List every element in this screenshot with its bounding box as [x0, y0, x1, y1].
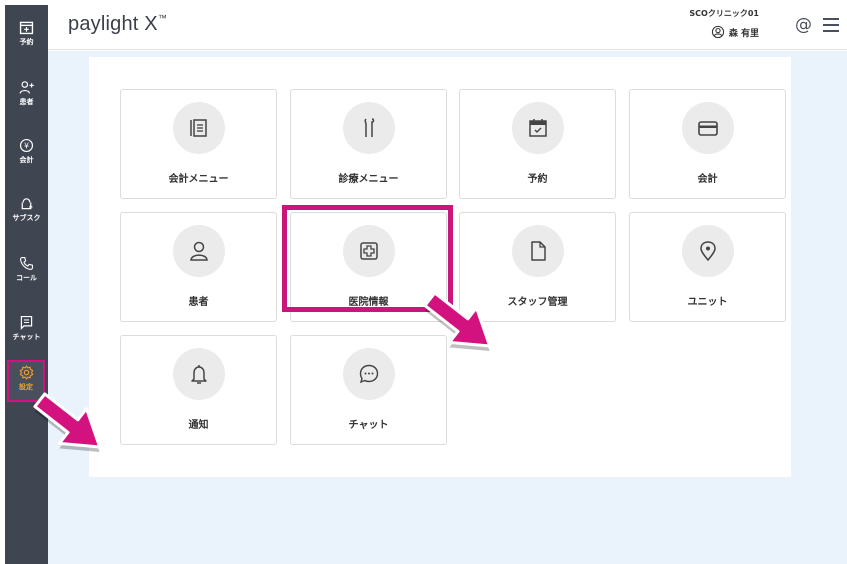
sidebar-item-subscription[interactable]: サブスク — [5, 193, 48, 243]
top-bar: paylight X™ SCOクリニック01 森 有里 @ — [48, 5, 847, 50]
svg-text:¥: ¥ — [24, 141, 29, 150]
tile-accounting[interactable]: 会計 — [629, 89, 786, 199]
person-add-icon — [19, 81, 34, 94]
sidebar-item-label: 会計 — [19, 156, 34, 164]
pointer-arrow-icon — [33, 392, 102, 453]
tile-label: 予約 — [527, 174, 548, 185]
subscription-icon — [21, 198, 33, 210]
tile-notifications[interactable]: 通知 — [120, 335, 277, 445]
tile-label: 通知 — [188, 420, 209, 431]
chat-bubble-icon — [359, 364, 379, 384]
logo-mark: ™ — [157, 13, 168, 23]
sidebar-item-chat[interactable]: チャット — [5, 312, 48, 362]
tile-label: ユニット — [687, 297, 728, 308]
sidebar-item-reservation[interactable]: 予約 — [5, 17, 48, 67]
dental-tools-icon — [364, 118, 375, 137]
calendar-plus-icon — [19, 21, 34, 35]
location-pin-icon — [700, 241, 716, 262]
logo-text: paylight X — [68, 13, 158, 35]
tile-label: 会計 — [697, 174, 718, 185]
pointer-arrow-icon — [423, 291, 492, 352]
user-account[interactable]: 森 有里 — [711, 25, 759, 39]
sidebar: 予約 患者 ¥ 会計 サブスク コール チャット 設定 — [5, 5, 48, 564]
document-icon — [531, 241, 546, 261]
sidebar-item-patients[interactable]: 患者 — [5, 77, 48, 127]
sidebar-item-label: チャット — [12, 333, 41, 341]
tile-label: チャット — [348, 420, 389, 431]
sidebar-item-label: サブスク — [12, 214, 41, 222]
tile-reservation[interactable]: 予約 — [459, 89, 616, 199]
bell-icon — [191, 365, 207, 384]
tile-label: 診療メニュー — [338, 174, 399, 185]
sidebar-item-call[interactable]: コール — [5, 253, 48, 303]
sidebar-item-label: コール — [16, 274, 37, 282]
calendar-check-icon — [529, 119, 547, 137]
chat-icon — [20, 315, 33, 330]
sidebar-item-accounting[interactable]: ¥ 会計 — [5, 135, 48, 185]
user-name: 森 有里 — [728, 28, 759, 39]
tile-label: 患者 — [188, 297, 209, 308]
sidebar-item-label: 患者 — [19, 98, 34, 106]
app-logo[interactable]: paylight X™ — [68, 13, 167, 36]
gear-icon — [19, 365, 33, 380]
hamburger-menu-icon[interactable] — [823, 18, 839, 32]
phone-icon — [19, 256, 34, 271]
tile-patients[interactable]: 患者 — [120, 212, 277, 322]
yen-icon: ¥ — [19, 138, 34, 153]
tile-accounting-menu[interactable]: 会計メニュー — [120, 89, 277, 199]
person-icon — [190, 241, 208, 261]
user-icon — [711, 25, 724, 39]
mention-button[interactable]: @ — [795, 15, 812, 35]
tile-treatment-menu[interactable]: 診療メニュー — [290, 89, 447, 199]
sidebar-item-label: 予約 — [19, 38, 34, 46]
tile-label: 会計メニュー — [168, 174, 229, 185]
tile-unit[interactable]: ユニット — [629, 212, 786, 322]
clinic-name: SCOクリニック01 — [689, 9, 759, 18]
list-doc-icon — [190, 119, 207, 137]
credit-card-icon — [698, 121, 718, 136]
